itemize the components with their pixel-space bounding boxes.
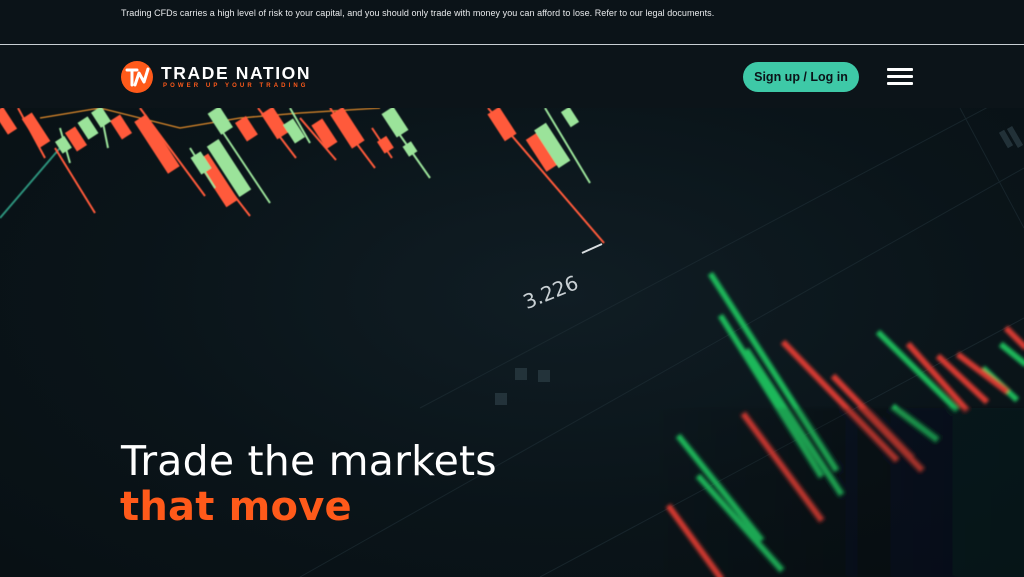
- logo-mark-icon: [121, 61, 153, 93]
- brand-name: TRADE NATION: [161, 63, 312, 83]
- price-readout-value: 3.226: [520, 270, 582, 314]
- price-readout: 3.226: [520, 243, 603, 314]
- candlestick-cluster-top: [0, 108, 605, 244]
- hamburger-menu-icon[interactable]: [885, 66, 915, 88]
- top-navigation-bar: TRADE NATION POWER UP YOUR TRADING Sign …: [0, 46, 1024, 108]
- risk-warning-text: Trading CFDs carries a high level of ris…: [121, 8, 715, 18]
- hero-headline-line-1: Trade the markets: [121, 437, 497, 485]
- brand-logo[interactable]: TRADE NATION POWER UP YOUR TRADING: [120, 60, 340, 94]
- hero-headline-line-2: that move: [120, 484, 352, 530]
- brand-tagline: POWER UP YOUR TRADING: [163, 83, 309, 89]
- signup-login-button[interactable]: Sign up / Log in: [743, 62, 859, 92]
- hero-section: 3.226 Trade the markets that move: [0, 108, 1024, 577]
- volume-bars: [640, 271, 1024, 577]
- risk-warning-bar: Trading CFDs carries a high level of ris…: [0, 0, 1024, 45]
